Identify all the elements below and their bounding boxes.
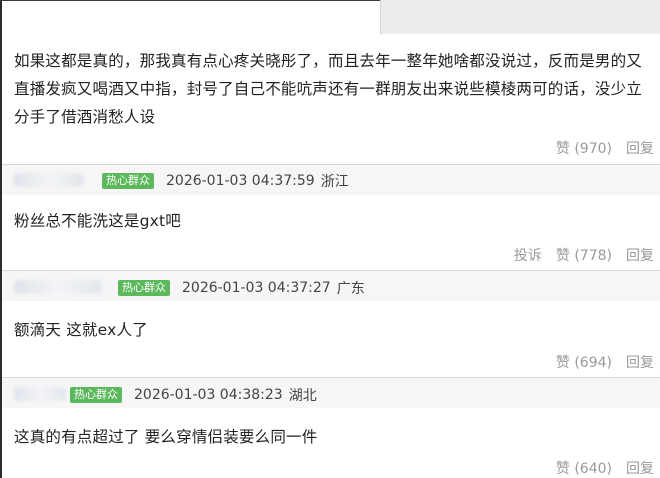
location: 浙江 bbox=[320, 174, 349, 190]
user-badge: 热心群众 bbox=[102, 173, 154, 189]
like-button[interactable]: 赞 (694) bbox=[556, 352, 612, 372]
top-bar-strip bbox=[380, 0, 660, 34]
reply-button[interactable]: 回复 bbox=[626, 245, 654, 265]
comment-meta: 热心群众 2026-01-03 04:37:59 浙江 bbox=[102, 171, 349, 191]
comment-text: 额滴天 这就ex人了 bbox=[14, 321, 148, 339]
blurred-username bbox=[14, 387, 66, 401]
comment-meta: 热心群众 2026-01-03 04:38:23 湖北 bbox=[70, 385, 317, 405]
comment-text: 这真的有点超过了 要么穿情侣装要么同一件 bbox=[14, 428, 318, 446]
user-badge: 热心群众 bbox=[70, 387, 122, 403]
timestamp: 2026-01-03 04:37:59 bbox=[166, 173, 315, 189]
comment-actions: 投诉 赞 (778) 回复 bbox=[500, 245, 654, 265]
reply-button[interactable]: 回复 bbox=[626, 458, 654, 478]
location: 湖北 bbox=[288, 388, 317, 404]
comment-text-line: 直播发疯又喝酒又中指，封号了自己不能吭声还有一群朋友出来说些模棱两可的话，没少立 bbox=[14, 80, 643, 98]
blurred-username bbox=[14, 173, 84, 187]
reply-button[interactable]: 回复 bbox=[626, 352, 654, 372]
timestamp: 2026-01-03 04:37:27 bbox=[182, 280, 331, 296]
comment-actions: 赞 (640) 回复 bbox=[542, 458, 654, 478]
report-button[interactable]: 投诉 bbox=[514, 245, 542, 265]
like-button[interactable]: 赞 (640) bbox=[556, 458, 612, 478]
comment-text-line: 分手了借酒消愁人设 bbox=[14, 108, 156, 126]
reply-button[interactable]: 回复 bbox=[626, 138, 654, 158]
like-button[interactable]: 赞 (970) bbox=[556, 138, 612, 158]
blurred-username bbox=[14, 280, 102, 294]
timestamp: 2026-01-03 04:38:23 bbox=[134, 387, 283, 403]
comment-actions: 赞 (694) 回复 bbox=[542, 352, 654, 372]
like-button[interactable]: 赞 (778) bbox=[556, 245, 612, 265]
comment-text-line: 如果这都是真的，那我真有点心疼关晓彤了，而且去年一整年她啥都没说过，反而是男的又 bbox=[14, 52, 643, 70]
user-badge: 热心群众 bbox=[118, 280, 170, 296]
location: 广东 bbox=[336, 281, 365, 297]
comment-text: 粉丝总不能洗这是gxt吧 bbox=[14, 212, 181, 230]
comment-meta: 热心群众 2026-01-03 04:37:27 广东 bbox=[118, 278, 365, 298]
comment-actions: 赞 (970) 回复 bbox=[542, 138, 654, 158]
